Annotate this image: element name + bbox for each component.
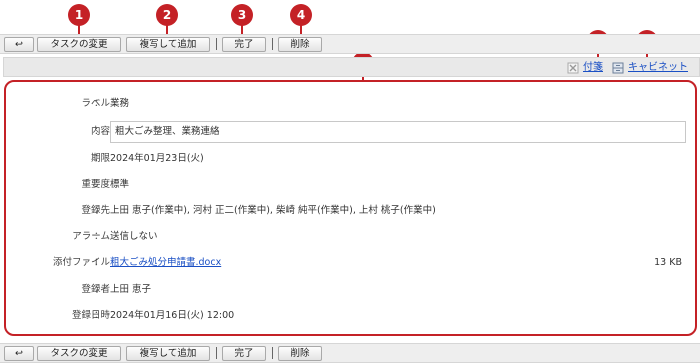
callout-4-badge: 4 xyxy=(290,4,312,26)
back-arrow-icon: ↩ xyxy=(15,348,23,359)
back-arrow-icon: ↩ xyxy=(15,39,23,50)
priority-colon: ： xyxy=(94,179,104,190)
recipients-value: 上田 恵子(作業中), 河村 正二(作業中), 柴崎 純平(作業中), 上村 桃… xyxy=(110,205,436,216)
registrant-row: 登録者 ： 上田 恵子 xyxy=(0,282,700,298)
toolbar-separator xyxy=(216,38,217,50)
priority-value: 標準 xyxy=(110,179,130,190)
attachment-colon: ： xyxy=(94,257,104,268)
back-button[interactable]: ↩ xyxy=(4,37,34,52)
callout-2-badge: 2 xyxy=(156,4,178,26)
copy-and-add-button[interactable]: 複写して追加 xyxy=(126,37,210,52)
callout-1-badge: 1 xyxy=(68,4,90,26)
deadline-value: 2024年01月23日(火) xyxy=(110,153,204,164)
callout-3-badge: 3 xyxy=(231,4,253,26)
alarm-colon: ： xyxy=(94,231,104,242)
alarm-value: 送信しない xyxy=(110,231,158,242)
sticky-note-link[interactable]: 付箋 xyxy=(583,61,603,75)
alarm-row: アラーム ： 送信しない xyxy=(0,229,700,245)
copy-and-add-button[interactable]: 複写して追加 xyxy=(126,346,210,361)
attachment-file-link[interactable]: 粗大ごみ処分申請書.docx xyxy=(110,255,221,271)
cabinet-link[interactable]: キャビネット xyxy=(628,61,688,75)
registered-at-label: 登録日時 xyxy=(71,310,110,321)
content-colon: ： xyxy=(94,126,104,137)
back-button[interactable]: ↩ xyxy=(4,346,34,361)
change-task-button[interactable]: タスクの変更 xyxy=(37,37,121,52)
top-toolbar: ↩ タスクの変更 複写して追加 完了 削除 xyxy=(0,34,700,54)
content-field: 粗大ごみ整理、業務連絡 xyxy=(110,121,686,143)
attachment-row: 添付ファイル ： 粗大ごみ処分申請書.docx 13 KB xyxy=(0,255,700,271)
toolbar-separator xyxy=(272,38,273,50)
complete-button[interactable]: 完了 xyxy=(222,37,266,52)
toolbar-separator xyxy=(272,347,273,359)
registered-at-colon: ： xyxy=(94,310,104,321)
change-task-button[interactable]: タスクの変更 xyxy=(37,346,121,361)
registrant-colon: ： xyxy=(94,284,104,295)
delete-button[interactable]: 削除 xyxy=(278,37,322,52)
bottom-toolbar: ↩ タスクの変更 複写して追加 完了 削除 xyxy=(0,343,700,363)
recipients-colon: ： xyxy=(94,205,104,216)
toolbar-separator xyxy=(216,347,217,359)
attachment-size: 13 KB xyxy=(654,257,682,268)
recipients-row: 登録先 ： 上田 恵子(作業中), 河村 正二(作業中), 柴崎 純平(作業中)… xyxy=(0,203,700,219)
delete-button[interactable]: 削除 xyxy=(278,346,322,361)
registrant-value: 上田 恵子 xyxy=(110,284,152,295)
label-value: 業務 xyxy=(110,98,130,109)
alarm-label: アラーム xyxy=(72,231,110,242)
priority-row: 重要度 ： 標準 xyxy=(0,177,700,193)
label-row: ラベル ： 業務 xyxy=(0,96,700,112)
label-colon: ： xyxy=(94,98,104,109)
registered-at-value: 2024年01月16日(火) 12:00 xyxy=(110,310,235,321)
registered-at-row: 登録日時 ： 2024年01月16日(火) 12:00 xyxy=(0,308,700,324)
complete-button[interactable]: 完了 xyxy=(222,346,266,361)
cabinet-icon xyxy=(612,62,624,74)
deadline-row: 期限 ： 2024年01月23日(火) xyxy=(0,151,700,167)
deadline-colon: ： xyxy=(94,153,104,164)
sticky-note-icon xyxy=(567,62,579,74)
link-bar: 付箋 キャビネット xyxy=(3,57,700,77)
